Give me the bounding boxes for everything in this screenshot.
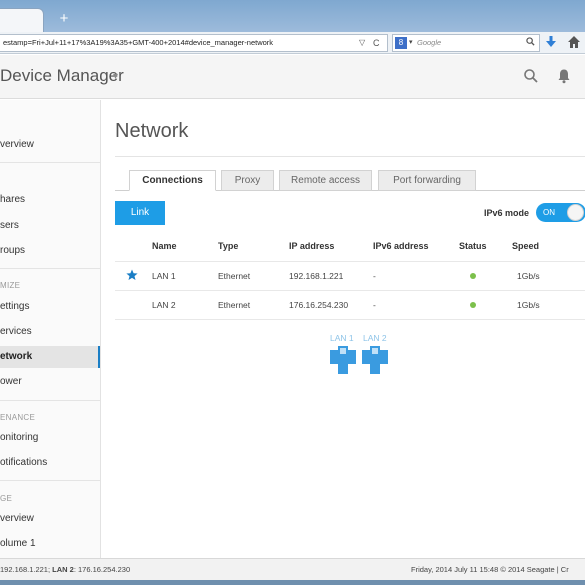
app-header: Device Manager ▾ bbox=[0, 55, 585, 99]
lan2-ipv6: - bbox=[373, 300, 376, 310]
table-row-divider bbox=[115, 290, 585, 291]
download-icon[interactable] bbox=[546, 36, 556, 54]
status-lan2-label: LAN 2 bbox=[52, 565, 74, 574]
sidebar-divider bbox=[0, 400, 100, 401]
browser-search-bar[interactable]: 8 ▾ Google bbox=[392, 34, 540, 52]
table-header-divider bbox=[115, 261, 585, 262]
column-header-ipv6-address[interactable]: IPv6 address bbox=[373, 241, 429, 251]
sidebar-item-overview[interactable]: verview bbox=[0, 134, 100, 156]
port-label-lan2: LAN 2 bbox=[363, 333, 387, 343]
lan2-speed: 1Gb/s bbox=[517, 300, 540, 310]
lan1-ipv6: - bbox=[373, 271, 376, 281]
lan2-name[interactable]: LAN 2 bbox=[152, 300, 176, 310]
sidebar-divider bbox=[0, 162, 100, 163]
bell-icon[interactable] bbox=[556, 68, 572, 84]
lan1-name[interactable]: LAN 1 bbox=[152, 271, 176, 281]
app-title[interactable]: Device Manager bbox=[0, 66, 124, 86]
tab-connections[interactable]: Connections bbox=[129, 170, 216, 191]
search-engine-icon[interactable]: 8 bbox=[395, 37, 407, 49]
sidebar-section-storage: GE bbox=[0, 494, 13, 503]
ethernet-port-icon[interactable] bbox=[362, 346, 388, 374]
sidebar-item-users[interactable]: sers bbox=[0, 215, 100, 237]
browser-tab[interactable] bbox=[0, 8, 44, 34]
sidebar-item-shares[interactable]: hares bbox=[0, 189, 100, 211]
sidebar-divider bbox=[0, 480, 100, 481]
new-tab-button[interactable]: + bbox=[52, 10, 76, 28]
default-star-icon bbox=[126, 268, 138, 280]
lan1-status-dot bbox=[470, 273, 476, 279]
sidebar-item-notifications[interactable]: otifications bbox=[0, 452, 100, 474]
lan1-type: Ethernet bbox=[218, 271, 251, 281]
chevron-down-icon[interactable]: ▾ bbox=[113, 71, 118, 82]
search-go-icon[interactable] bbox=[526, 35, 535, 51]
url-history-dropdown[interactable]: ▽ bbox=[359, 35, 365, 51]
lan2-type: Ethernet bbox=[218, 300, 251, 310]
lan2-ip: 176.16.254.230 bbox=[289, 300, 349, 310]
url-bar[interactable]: estamp=Fri+Jul+11+17%3A19%3A35+GMT-400+2… bbox=[0, 34, 388, 52]
sidebar-item-groups[interactable]: roups bbox=[0, 240, 100, 262]
lan1-speed: 1Gb/s bbox=[517, 271, 540, 281]
sidebar-item-power[interactable]: ower bbox=[0, 371, 100, 393]
column-header-type[interactable]: Type bbox=[218, 241, 238, 251]
column-header-name[interactable]: Name bbox=[152, 241, 177, 251]
title-divider bbox=[115, 156, 585, 157]
browser-navbar: estamp=Fri+Jul+11+17%3A19%3A35+GMT-400+2… bbox=[0, 32, 585, 54]
sidebar-section-maintenance: ENANCE bbox=[0, 413, 36, 422]
search-icon[interactable] bbox=[523, 68, 539, 84]
port-label-lan1: LAN 1 bbox=[330, 333, 354, 343]
sidebar-item-volume-1[interactable]: olume 1 bbox=[0, 533, 100, 555]
sidebar-item-storage-overview[interactable]: verview bbox=[0, 508, 100, 530]
column-header-ip-address[interactable]: IP address bbox=[289, 241, 334, 251]
status-lan1-ip: 192.168.1.221; bbox=[0, 565, 53, 574]
lan1-ip: 192.168.1.221 bbox=[289, 271, 344, 281]
browser-tabstrip: + bbox=[0, 0, 585, 34]
taskbar-strip bbox=[0, 580, 585, 585]
toggle-knob[interactable] bbox=[567, 204, 584, 221]
search-placeholder: Google bbox=[417, 38, 442, 47]
lan2-status-dot bbox=[470, 302, 476, 308]
ethernet-port-icon[interactable] bbox=[330, 346, 356, 374]
tab-proxy[interactable]: Proxy bbox=[221, 170, 274, 191]
column-header-speed[interactable]: Speed bbox=[512, 241, 539, 251]
reload-icon[interactable]: C bbox=[373, 35, 380, 51]
sidebar-divider bbox=[0, 268, 100, 269]
status-bar: 192.168.1.221; LAN 2: 176.16.254.230 Fri… bbox=[0, 558, 585, 580]
table-row-divider bbox=[115, 319, 585, 320]
sidebar-item-settings[interactable]: ettings bbox=[0, 296, 100, 318]
column-header-status[interactable]: Status bbox=[459, 241, 487, 251]
sidebar: verview hares sers roups MIZE ettings er… bbox=[0, 100, 101, 558]
url-text: estamp=Fri+Jul+11+17%3A19%3A35+GMT-400+2… bbox=[3, 38, 274, 47]
toggle-on-label: ON bbox=[543, 208, 555, 217]
sidebar-section-customize: MIZE bbox=[0, 281, 21, 290]
tab-remote-access[interactable]: Remote access bbox=[279, 170, 372, 191]
page-title: Network bbox=[115, 120, 189, 142]
ipv6-mode-label: IPv6 mode bbox=[484, 208, 530, 218]
status-lan2-ip: : 176.16.254.230 bbox=[73, 565, 131, 574]
home-icon[interactable] bbox=[568, 36, 580, 54]
status-ip-summary: 192.168.1.221; LAN 2: 176.16.254.230 bbox=[0, 559, 130, 580]
status-datetime-copyright: Friday, 2014 July 11 15:48 © 2014 Seagat… bbox=[411, 565, 569, 574]
search-engine-dropdown[interactable]: ▾ bbox=[409, 35, 413, 51]
sidebar-item-network[interactable]: etwork bbox=[0, 346, 100, 368]
sidebar-item-services[interactable]: ervices bbox=[0, 321, 100, 343]
sidebar-item-monitoring[interactable]: onitoring bbox=[0, 427, 100, 449]
link-button[interactable]: Link bbox=[115, 201, 165, 225]
ipv6-mode-toggle[interactable]: ON bbox=[536, 203, 585, 222]
tab-port-forwarding[interactable]: Port forwarding bbox=[378, 170, 476, 191]
